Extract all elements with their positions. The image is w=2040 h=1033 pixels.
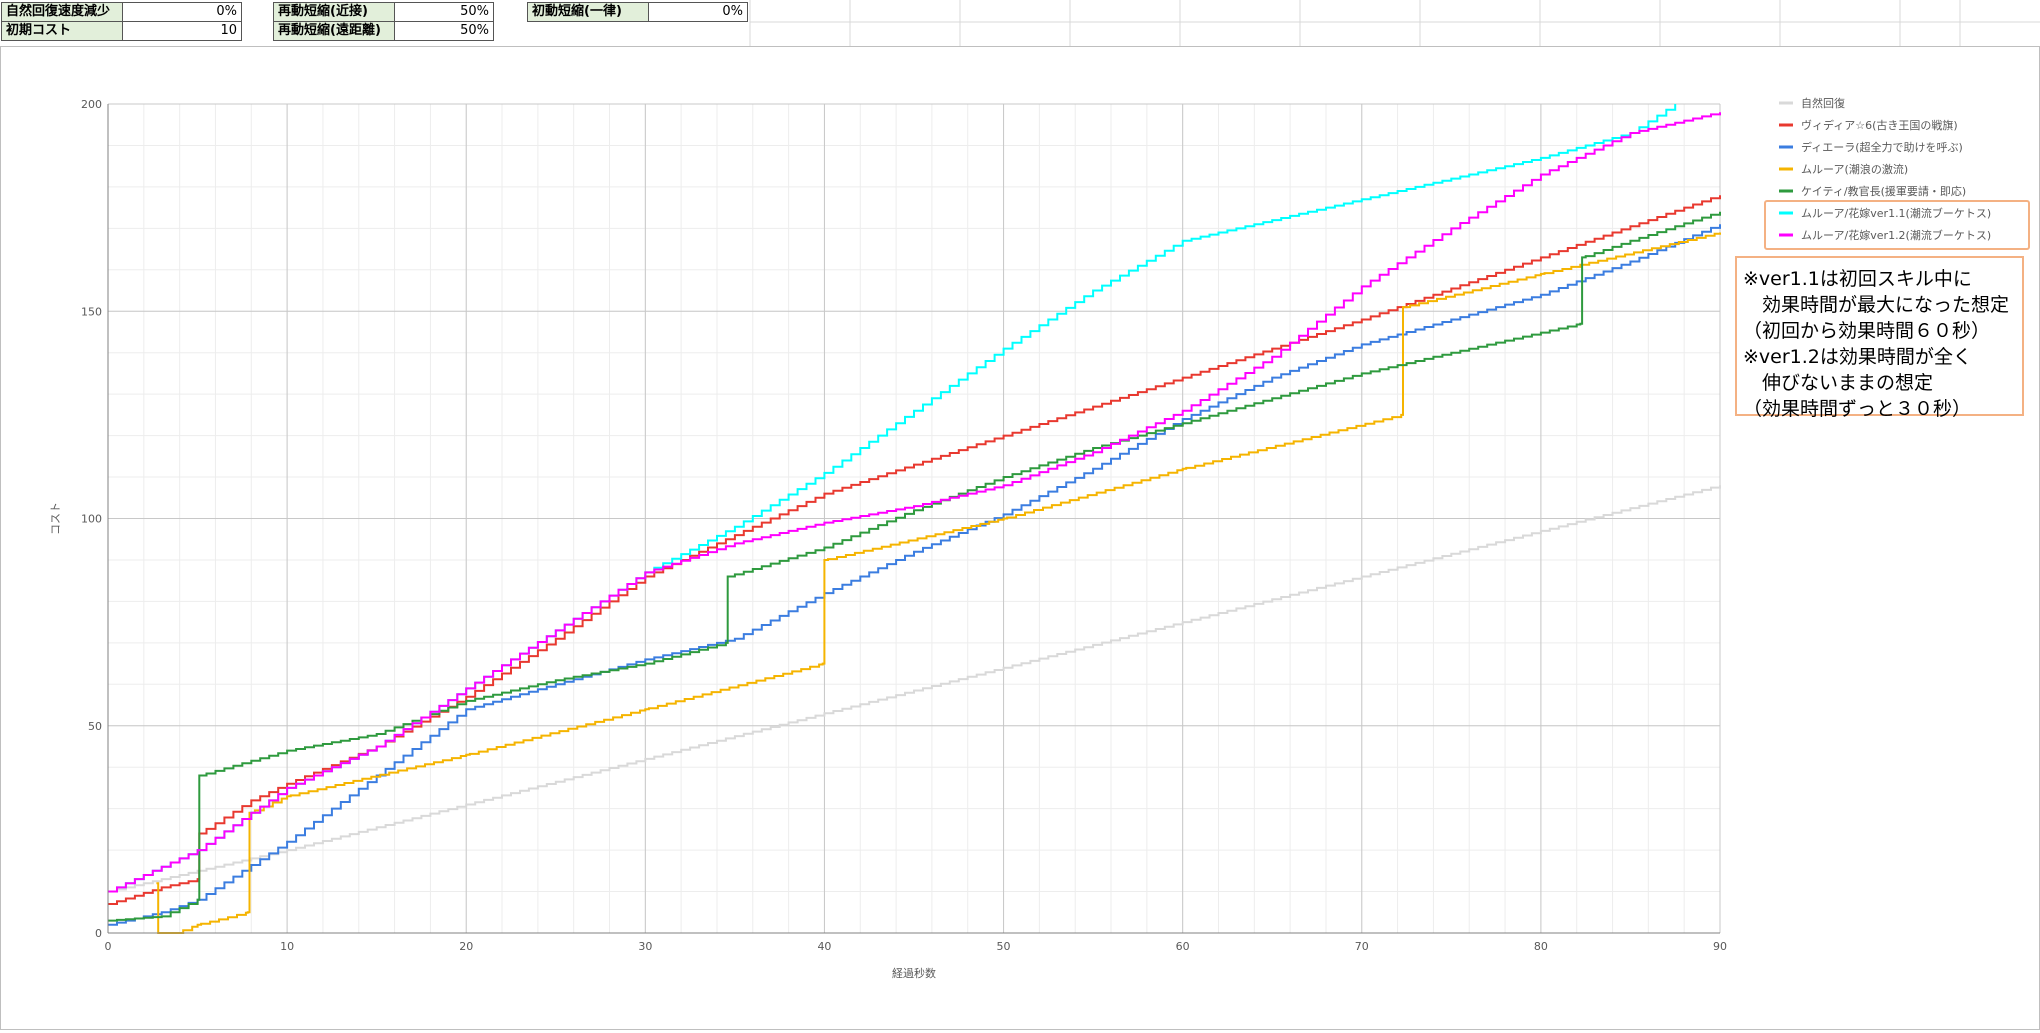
y-tick-label: 100 — [81, 513, 102, 526]
parameter-area: 自然回復速度減少 0% 初期コスト 10 再動短縮(近接) 50% 再動短縮(遠… — [0, 0, 2040, 46]
legend-label: ヴィディア☆6(古き王国の戦旗) — [1801, 118, 1958, 132]
param-table-middle: 再動短縮(近接) 50% 再動短縮(遠距離) 50% — [273, 2, 494, 41]
x-tick-label: 40 — [817, 940, 831, 953]
note-line: 伸びないままの想定 — [1743, 372, 1934, 394]
series-line — [108, 224, 1721, 926]
param-value-cell[interactable]: 0% — [122, 2, 242, 22]
series-line — [108, 211, 1721, 922]
y-tick-label: 0 — [95, 927, 102, 940]
axis-layer: 0 10 20 30 40 50 60 70 80 90 0 50 100 150 200 — [81, 98, 1727, 953]
y-tick-label: 200 — [81, 98, 102, 111]
note-line: （初回から効果時間６０秒） — [1743, 320, 1991, 342]
param-table-left: 自然回復速度減少 0% 初期コスト 10 — [1, 2, 242, 41]
legend: 自然回復ヴィディア☆6(古き王国の戦旗) ディエーラ(超全力で助けを呼ぶ) ムルーア… — [1764, 96, 2030, 250]
param-value-cell[interactable]: 10 — [122, 21, 242, 41]
param-row: 自然回復速度減少 0% — [1, 2, 242, 22]
note-line: ※ver1.2は効果時間が全く — [1743, 346, 1972, 368]
param-label: 再動短縮(近接) — [273, 2, 395, 22]
series-line — [108, 112, 1721, 893]
x-tick-label: 90 — [1713, 940, 1727, 953]
param-row: 再動短縮(遠距離) 50% — [273, 21, 494, 41]
x-tick-label: 20 — [459, 940, 473, 953]
series-line — [108, 485, 1721, 893]
legend-label: ムルーア/花嫁ver1.2(潮流ブーケトス) — [1801, 228, 1991, 242]
param-row: 初動短縮(一律) 0% — [527, 2, 748, 22]
series-line — [108, 104, 1677, 893]
y-tick-label: 150 — [81, 305, 102, 318]
cost-chart: 0 10 20 30 40 50 60 70 80 90 0 50 100 150 200 経過秒数 コスト… — [49, 96, 2030, 980]
note-line: ※ver1.1は初回スキル中に — [1743, 268, 1972, 290]
param-row: 再動短縮(近接) 50% — [273, 2, 494, 22]
series-line — [156, 232, 1721, 934]
note-line: （効果時間ずっと３０秒） — [1743, 398, 1972, 420]
x-tick-label: 60 — [1176, 940, 1190, 953]
y-tick-label: 50 — [88, 720, 102, 733]
legend-label: 自然回復 — [1801, 96, 1845, 110]
x-tick-label: 0 — [105, 940, 112, 953]
chart-area: 0 10 20 30 40 50 60 70 80 90 0 50 100 150 200 経過秒数 コスト… — [0, 46, 2040, 1030]
x-tick-label: 30 — [638, 940, 652, 953]
legend-label: ムルーア/花嫁ver1.1(潮流ブーケトス) — [1801, 206, 1991, 220]
param-label: 再動短縮(遠距離) — [273, 21, 395, 41]
param-value-cell[interactable]: 50% — [394, 21, 494, 41]
param-label: 初期コスト — [1, 21, 123, 41]
legend-label: ケイティ/教官長(援軍要請・即応) — [1801, 184, 1966, 198]
x-tick-label: 70 — [1355, 940, 1369, 953]
x-tick-label: 10 — [280, 940, 294, 953]
y-axis-label: コスト — [49, 502, 62, 535]
legend-label: ディエーラ(超全力で助けを呼ぶ) — [1801, 140, 1963, 154]
x-tick-label: 80 — [1534, 940, 1548, 953]
param-label: 初動短縮(一律) — [527, 2, 649, 22]
note-line: 効果時間が最大になった想定 — [1743, 294, 2010, 316]
param-label: 自然回復速度減少 — [1, 2, 123, 22]
annotation-note: ※ver1.1は初回スキル中に 効果時間が最大になった想定 （初回から効果時間６… — [1735, 256, 2024, 420]
x-axis-label: 経過秒数 — [892, 966, 936, 980]
param-value-cell[interactable]: 50% — [394, 2, 494, 22]
param-row: 初期コスト 10 — [1, 21, 242, 41]
x-tick-label: 50 — [997, 940, 1011, 953]
param-table-right: 初動短縮(一律) 0% — [527, 2, 748, 22]
legend-label: ムルーア(潮浪の激流) — [1801, 162, 1908, 176]
param-value-cell[interactable]: 0% — [648, 2, 748, 22]
